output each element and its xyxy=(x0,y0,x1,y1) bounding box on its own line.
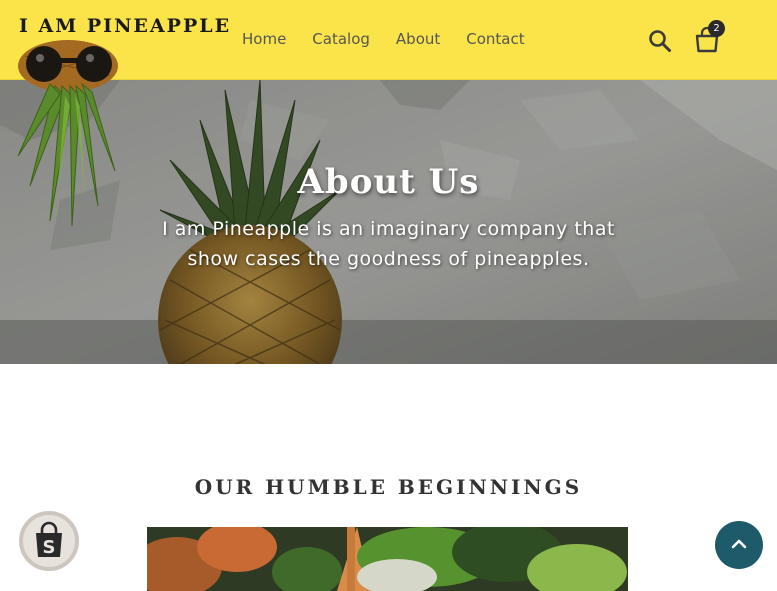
nav-contact[interactable]: Contact xyxy=(466,29,524,49)
main-nav: Home Catalog About Contact xyxy=(242,29,551,49)
hero-description: I am Pineapple is an imaginary company t… xyxy=(162,218,615,270)
shopify-bag-icon: S xyxy=(36,521,62,558)
shopify-chat-button[interactable]: S xyxy=(19,511,79,571)
plants-photo xyxy=(147,527,628,591)
cart-count-badge: 2 xyxy=(708,20,725,37)
section-title: OUR HUMBLE BEGINNINGS xyxy=(194,475,583,499)
nav-about[interactable]: About xyxy=(396,29,440,49)
search-icon[interactable] xyxy=(647,28,673,54)
pineapple-logo-image[interactable] xyxy=(10,36,130,231)
brand-logo-text[interactable]: I AM PINEAPPLE xyxy=(19,15,231,37)
svg-text:S: S xyxy=(43,537,56,558)
scroll-to-top-button[interactable] xyxy=(715,521,763,569)
section-image-plants xyxy=(147,527,628,591)
nav-catalog[interactable]: Catalog xyxy=(312,29,370,49)
nav-home[interactable]: Home xyxy=(242,29,286,49)
chevron-up-icon xyxy=(731,539,747,549)
